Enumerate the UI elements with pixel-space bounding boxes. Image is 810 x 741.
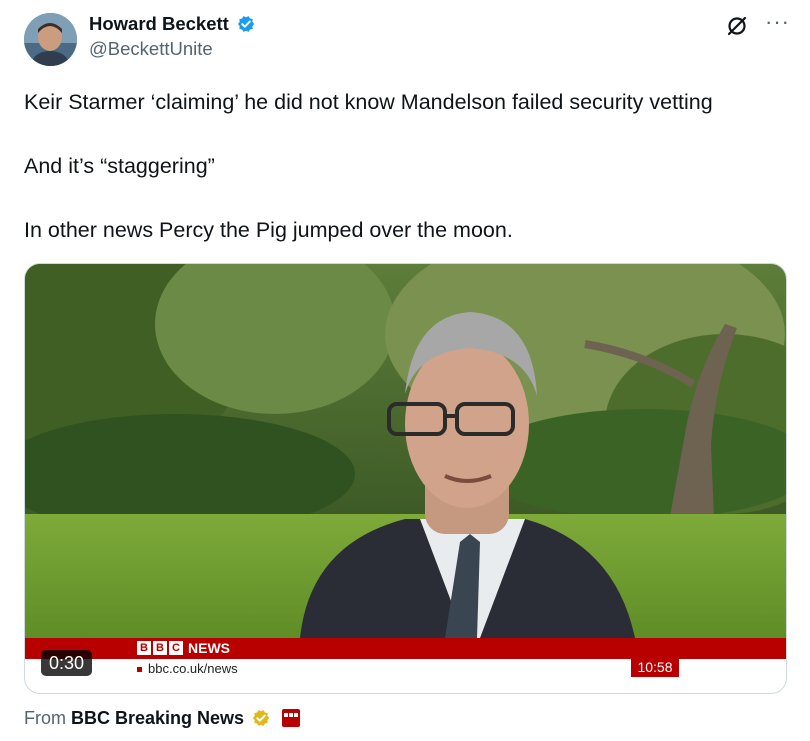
bbc-logo: B B C — [137, 641, 183, 655]
bbc-clock: 10:58 — [631, 658, 679, 677]
verified-badge-icon — [237, 16, 255, 32]
author-avatar[interactable] — [24, 13, 77, 66]
bbc-url: bbc.co.uk/news — [137, 660, 238, 678]
gold-verified-badge-icon — [252, 710, 270, 726]
more-options-icon[interactable]: ··· — [765, 10, 790, 34]
tweet-line-2: And it’s “staggering” — [24, 154, 215, 178]
bbc-letter: C — [169, 641, 183, 655]
video-attribution: From BBC Breaking News — [24, 706, 301, 730]
bbc-letter: B — [137, 641, 151, 655]
grok-icon[interactable] — [725, 14, 749, 38]
tweet-line-1: Keir Starmer ‘claiming’ he did not know … — [24, 90, 713, 114]
video-duration-badge: 0:30 — [41, 650, 93, 676]
author-name-text[interactable]: Howard Beckett — [89, 12, 229, 36]
author-handle[interactable]: @BeckettUnite — [89, 36, 257, 62]
bbc-news-label: NEWS — [188, 640, 230, 656]
bbc-letter: B — [153, 641, 167, 655]
author-display-name[interactable]: Howard Beckett — [89, 12, 257, 36]
url-bullet-icon — [137, 667, 142, 673]
tweet-actions: ··· — [725, 10, 790, 38]
video-player[interactable]: B B C NEWS bbc.co.uk/news 10:58 0:30 — [24, 263, 787, 694]
tweet-line-3: In other news Percy the Pig jumped over … — [24, 218, 513, 242]
video-thumbnail[interactable] — [25, 264, 786, 693]
bbc-affiliate-logo-icon[interactable] — [282, 709, 301, 727]
author-names: Howard Beckett @BeckettUnite — [89, 12, 257, 62]
tweet-text: Keir Starmer ‘claiming’ he did not know … — [24, 86, 804, 278]
attribution-prefix: From — [24, 708, 66, 728]
bbc-url-text: bbc.co.uk/news — [148, 661, 238, 676]
attribution-source-link[interactable]: BBC Breaking News — [71, 706, 244, 730]
